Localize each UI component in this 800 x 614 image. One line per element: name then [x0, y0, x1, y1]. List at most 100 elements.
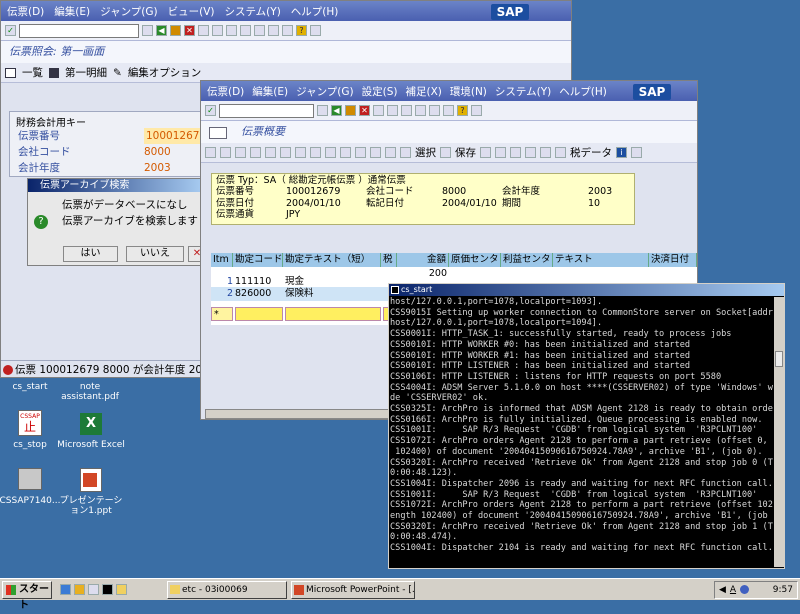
choose-icon[interactable]	[400, 147, 411, 158]
doc-number-field[interactable]: 100012679	[144, 128, 209, 144]
exit-icon[interactable]	[170, 25, 181, 36]
start-button[interactable]: スタート	[2, 580, 52, 611]
sort-desc-icon[interactable]	[310, 147, 321, 158]
page-next-icon[interactable]	[254, 25, 265, 36]
command-field[interactable]	[19, 23, 139, 38]
info-icon[interactable]: i	[616, 147, 627, 158]
back-icon[interactable]: ◀	[331, 105, 342, 116]
task-button-powerpoint[interactable]: Microsoft PowerPoint - [...	[291, 580, 415, 599]
tax-icon[interactable]	[555, 147, 566, 158]
sum-icon[interactable]	[355, 147, 366, 158]
print-icon[interactable]	[198, 25, 209, 36]
first-icon[interactable]	[235, 147, 246, 158]
desktop-icon-label[interactable]: Microsoft Excel	[56, 440, 126, 450]
menu-item[interactable]: 編集(E)	[54, 4, 90, 19]
tax-data-button[interactable]: 税データ	[570, 145, 612, 160]
export-icon[interactable]	[495, 147, 506, 158]
help-icon[interactable]: ?	[457, 105, 468, 116]
save-icon[interactable]	[317, 105, 328, 116]
layout-icon[interactable]	[471, 105, 482, 116]
col-cost-center[interactable]: 原価センタ	[449, 253, 501, 267]
edit-icon[interactable]	[220, 147, 231, 158]
menu-item[interactable]: 編集(E)	[252, 84, 288, 99]
save-button[interactable]: 保存	[455, 145, 476, 160]
help-icon[interactable]: ?	[296, 25, 307, 36]
command-field[interactable]	[219, 103, 314, 118]
page-last-icon[interactable]	[443, 105, 454, 116]
save-layout-icon[interactable]	[440, 147, 451, 158]
copy-icon[interactable]	[480, 147, 491, 158]
list-button[interactable]: 一覧	[22, 65, 43, 80]
col-amount[interactable]: 金額	[397, 253, 449, 267]
col-tax[interactable]: 税	[381, 253, 397, 267]
find-icon[interactable]	[325, 147, 336, 158]
find-icon[interactable]	[212, 25, 223, 36]
graphic-icon[interactable]	[510, 147, 521, 158]
page-prev-icon[interactable]	[240, 25, 251, 36]
col-account[interactable]: 勘定コード	[233, 253, 283, 267]
new-row-account[interactable]	[235, 307, 283, 321]
display-icon[interactable]	[205, 147, 216, 158]
ime-indicator[interactable]: A	[730, 585, 736, 595]
col-account-text[interactable]: 勘定テキスト（短）	[283, 253, 381, 267]
detail-icon[interactable]	[385, 147, 396, 158]
menu-item[interactable]: ヘルプ(H)	[559, 84, 607, 99]
print-icon[interactable]	[373, 105, 384, 116]
list-icon[interactable]	[631, 147, 642, 158]
scroll-thumb[interactable]	[775, 351, 783, 367]
page-first-icon[interactable]	[226, 25, 237, 36]
filter-icon[interactable]	[340, 147, 351, 158]
mail-icon[interactable]	[540, 147, 551, 158]
row-2-account[interactable]: 826000	[233, 287, 283, 301]
menu-item[interactable]: 設定(S)	[362, 84, 398, 99]
col-text[interactable]: テキスト	[553, 253, 649, 267]
page-last-icon[interactable]	[268, 25, 279, 36]
next-icon[interactable]	[265, 147, 276, 158]
page-next-icon[interactable]	[429, 105, 440, 116]
cancel-icon[interactable]: ✕	[184, 25, 195, 36]
no-button[interactable]: いいえ	[126, 246, 184, 262]
yes-button[interactable]: はい	[63, 246, 118, 262]
back-icon[interactable]: ◀	[156, 25, 167, 36]
new-row-text[interactable]	[285, 307, 381, 321]
col-clearing-date[interactable]: 決済日付	[649, 253, 697, 267]
new-row-marker[interactable]: *	[211, 307, 233, 321]
new-session-icon[interactable]	[282, 25, 293, 36]
desktop-icon-label[interactable]: note assistant.pdf	[55, 382, 125, 402]
console-scrollbar[interactable]	[774, 297, 784, 567]
save-icon[interactable]	[142, 25, 153, 36]
menu-item[interactable]: ジャンプ(G)	[296, 84, 354, 99]
page-prev-icon[interactable]	[415, 105, 426, 116]
menu-item[interactable]: 環境(N)	[450, 84, 487, 99]
ie-icon[interactable]	[60, 584, 71, 595]
enter-icon[interactable]: ✓	[5, 25, 16, 36]
menu-item[interactable]: ヘルプ(H)	[291, 4, 339, 19]
speaker-icon[interactable]: ◀	[719, 585, 726, 595]
prev-icon[interactable]	[250, 147, 261, 158]
find-icon[interactable]	[387, 105, 398, 116]
console-quick-icon[interactable]	[102, 584, 113, 595]
menu-item[interactable]: システム(Y)	[495, 84, 551, 99]
company-code-field[interactable]: 8000	[144, 144, 208, 160]
row-2-itm[interactable]: 2	[211, 287, 233, 301]
choose-button[interactable]: 選択	[415, 145, 436, 160]
menu-item[interactable]: ジャンプ(G)	[100, 4, 158, 19]
excel-icon[interactable]: X	[80, 413, 102, 435]
col-profit-center[interactable]: 利益センタ	[501, 253, 553, 267]
shortcut-icon[interactable]	[18, 468, 42, 490]
subtotal-icon[interactable]	[370, 147, 381, 158]
menu-item[interactable]: システム(Y)	[225, 4, 281, 19]
page-first-icon[interactable]	[401, 105, 412, 116]
cancel-icon[interactable]: ✕	[359, 105, 370, 116]
powerpoint-icon[interactable]	[80, 468, 102, 492]
enter-icon[interactable]: ✓	[205, 105, 216, 116]
last-icon[interactable]	[280, 147, 291, 158]
desktop-icon-label[interactable]: プレゼンテーション1.ppt	[56, 496, 126, 516]
fiscal-year-field[interactable]: 2003	[144, 160, 208, 176]
menu-item[interactable]: ビュー(V)	[168, 4, 215, 19]
outlook-icon[interactable]	[74, 584, 85, 595]
abc-icon[interactable]	[525, 147, 536, 158]
stop-icon[interactable]: CSSAP 止	[18, 410, 42, 436]
task-button-etc[interactable]: etc - 03i00069	[167, 580, 287, 599]
menu-item[interactable]: 伝票(D)	[7, 4, 44, 19]
